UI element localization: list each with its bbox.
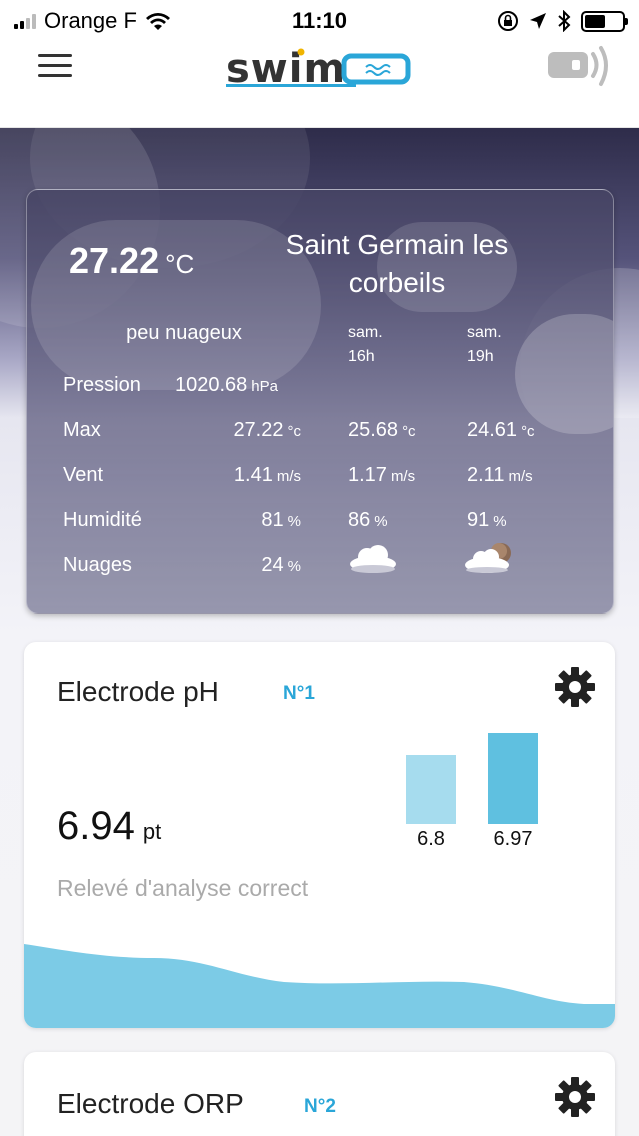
clouds-label: Nuages: [63, 554, 132, 576]
weather-card: 27.22 °C Saint Germain les corbeils peu n…: [26, 189, 614, 614]
ph-wave-graphic: [24, 944, 615, 1028]
settings-gear-icon[interactable]: [554, 1076, 596, 1118]
max-label: Max: [63, 419, 101, 441]
forecast-1-max: 25.68 °c: [348, 419, 416, 441]
weather-description: peu nuageux: [126, 322, 242, 344]
humidity-label: Humidité: [63, 509, 142, 531]
app-header: swim: [0, 42, 639, 128]
settings-gear-icon[interactable]: [554, 666, 596, 708]
remote-signal-icon[interactable]: [546, 42, 612, 92]
pressure-label: Pression: [63, 374, 141, 396]
carrier-info: Orange F: [14, 8, 171, 34]
city-name: Saint Germain les corbeils: [285, 229, 509, 298]
max-value: 27.22 °c: [233, 419, 301, 441]
forecast-1-wind: 1.17 m/s: [348, 464, 416, 486]
bluetooth-icon: [558, 10, 571, 32]
ph-value: 6.94 pt: [57, 804, 162, 848]
cloud-night-icon: [465, 543, 511, 573]
forecast-2-humidity: 91%: [467, 509, 507, 531]
orientation-lock-icon: [498, 11, 518, 31]
electrode-ph-card[interactable]: Electrode pH N°1 6.8 6.97 6.94 pt Relevé d…: [24, 642, 615, 1028]
forecast-1-humidity: 86%: [348, 509, 388, 531]
hamburger-icon[interactable]: [38, 54, 72, 78]
ph-bar: [488, 733, 538, 824]
clock: 11:10: [291, 8, 348, 33]
location-icon: [530, 13, 546, 29]
current-temperature: 27.22 °C: [69, 240, 195, 281]
battery-icon: [581, 10, 628, 32]
status-bar: Orange F 11:10: [0, 0, 639, 42]
card-title: Electrode pH: [57, 676, 219, 707]
signal-strength-icon: [14, 13, 36, 29]
carrier-name: Orange F: [44, 8, 137, 33]
ph-bar-label: 6.97: [493, 828, 533, 850]
pressure-value: 1020.68 hPa: [175, 374, 278, 396]
forecast-2-max: 24.61 °c: [467, 419, 535, 441]
card-title: Electrode ORP: [57, 1088, 244, 1119]
cloud-icon: [350, 545, 396, 573]
forecast-2-wind: 2.11 m/s: [467, 464, 533, 486]
ph-bar: [406, 755, 456, 824]
swimo-logo: swim: [226, 46, 411, 90]
humidity-value: 81%: [261, 509, 301, 531]
electrode-orp-card[interactable]: Electrode ORP N°2: [24, 1052, 615, 1136]
logo-text: swim: [226, 46, 346, 90]
clouds-value: 24%: [261, 554, 301, 576]
wind-label: Vent: [63, 464, 104, 486]
ph-status-text: Relevé d'analyse correct: [57, 875, 309, 901]
forecast-header-2: sam. 19h: [467, 324, 502, 365]
forecast-header-1: sam. 16h: [348, 324, 383, 365]
electrode-number: N°1: [283, 683, 315, 704]
wifi-icon: [145, 13, 170, 30]
ph-bar-label: 6.8: [417, 828, 445, 850]
wind-value: 1.41 m/s: [233, 464, 301, 486]
electrode-number: N°2: [304, 1096, 336, 1117]
